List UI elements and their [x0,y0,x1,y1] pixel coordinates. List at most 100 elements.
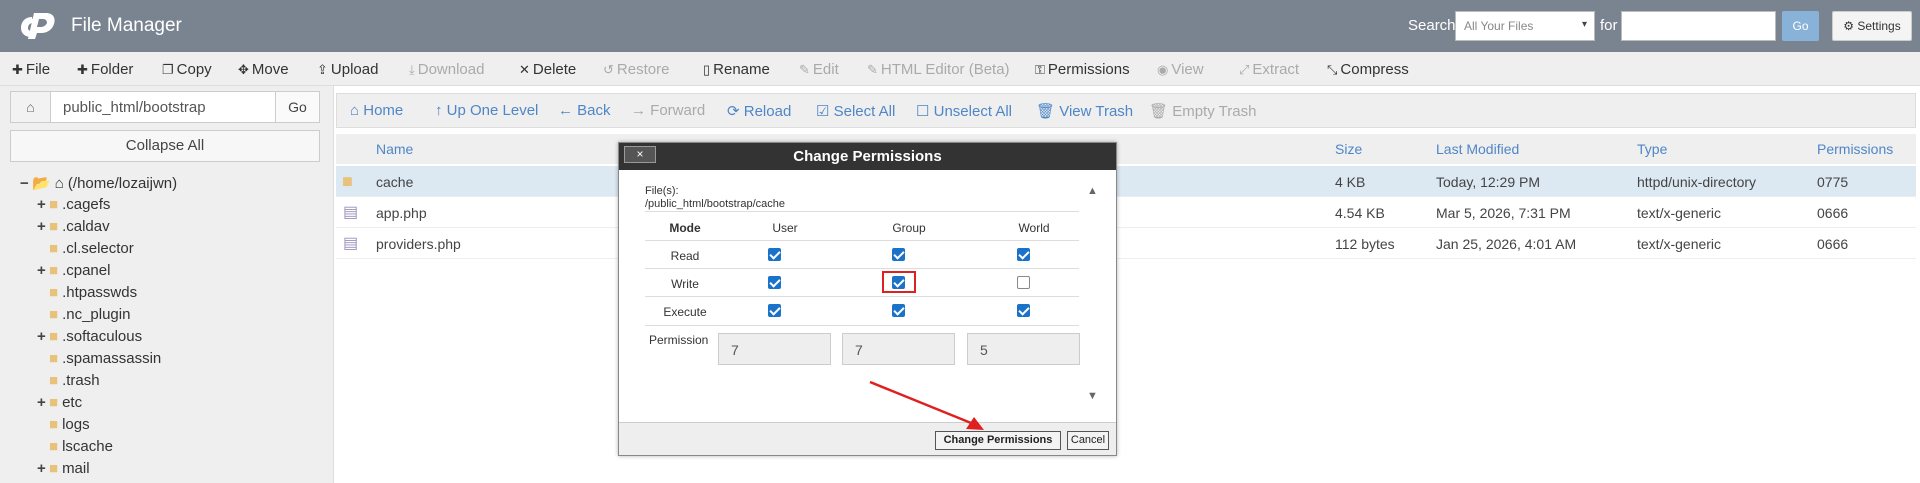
column-size[interactable]: Size [1335,141,1362,157]
tree-item[interactable]: + ■ etc [37,394,82,411]
forward-button[interactable]: → Forward [631,102,705,119]
execute-world-checkbox[interactable] [1017,304,1030,317]
up-one-level-button[interactable]: ↑ Up One Level [435,102,538,119]
empty-trash-button[interactable]: 🗑 Empty Trash [1149,102,1256,120]
new-folder-label: Folder [90,61,134,78]
home-icon[interactable]: ⌂ [11,92,51,122]
tree-item[interactable]: + ■ .softaculous [37,328,142,345]
back-button[interactable]: ← Back [558,102,611,119]
cancel-button[interactable]: Cancel [1067,431,1109,450]
folder-icon: ■ [49,350,59,367]
delete-button[interactable]: ✕ Delete [519,61,576,78]
tree-item-root[interactable]: − 📂 ⌂ (/home/lozaijwn) [20,174,177,192]
new-folder-button[interactable]: ✚ Folder [77,61,133,78]
divider [645,325,1079,326]
edit-button[interactable]: ✎ Edit [799,61,839,78]
tree-item[interactable]: ■ lscache [37,438,113,455]
rename-label: Rename [713,61,770,78]
table-row[interactable]: ▤ app.php 4.54 KB Mar 5, 2026, 7:31 PM t… [336,197,1916,228]
upload-button[interactable]: ⇪ Upload [317,61,378,78]
view-button[interactable]: ◉ View [1157,61,1204,78]
table-row[interactable]: ■ cache 4 KB Today, 12:29 PM httpd/unix-… [336,166,1916,197]
delete-label: Delete [532,61,577,78]
world-permission-field[interactable]: 5 [967,333,1080,365]
copy-button[interactable]: ❐ Copy [162,61,212,78]
expand-toggle[interactable]: + [37,196,49,213]
path-input[interactable]: public_html/bootstrap [63,99,206,116]
unselect-all-button[interactable]: ☐ Unselect All [916,102,1012,120]
compress-button[interactable]: ⤡ Compress [1327,61,1409,78]
scroll-up-icon[interactable]: ▲ [1087,185,1098,197]
extract-button[interactable]: ⤢ Extract [1239,61,1299,78]
upload-icon: ⇪ [317,62,328,77]
home-nav-button[interactable]: ⌂ Home [350,102,403,119]
rename-button[interactable]: ▯ Rename [703,61,770,78]
execute-user-checkbox[interactable] [768,304,781,317]
tree-item[interactable]: + ■ .cpanel [37,262,110,279]
divider [645,211,1079,212]
read-group-checkbox[interactable] [892,248,905,261]
tree-item[interactable]: ■ .nc_plugin [37,306,130,323]
expand-toggle[interactable]: + [37,218,49,235]
tree-item[interactable]: ■ .htpasswds [37,284,137,301]
restore-icon: ↺ [603,62,614,77]
copy-label: Copy [176,61,212,78]
tree-item[interactable]: ■ .spamassassin [37,350,161,367]
home-icon: ⌂ [350,102,360,119]
settings-button[interactable]: ⚙ Settings [1832,11,1912,41]
collapse-all-button[interactable]: Collapse All [10,130,320,162]
restore-label: Restore [616,61,670,78]
arrow-up-icon: ↑ [435,102,443,119]
column-name[interactable]: Name [376,141,413,157]
search-scope-select[interactable]: All Your Files ▾ [1455,11,1595,41]
collapse-toggle[interactable]: − [20,175,32,192]
scroll-down-icon[interactable]: ▼ [1087,390,1098,402]
tree-item[interactable]: ■ logs [37,416,90,433]
file-modified: Mar 5, 2026, 7:31 PM [1436,205,1571,221]
file-icon: ▤ [343,204,359,221]
tree-item-label: logs [62,416,90,433]
download-label: Download [417,61,485,78]
column-last-modified[interactable]: Last Modified [1436,141,1519,157]
search-go-button[interactable]: Go [1782,11,1819,41]
expand-toggle[interactable]: + [37,262,49,279]
restore-button[interactable]: ↺ Restore [603,61,669,78]
file-name: providers.php [376,236,461,252]
tree-item[interactable]: ■ .trash [37,372,100,389]
column-permissions[interactable]: Permissions [1817,141,1893,157]
write-world-checkbox[interactable] [1017,276,1030,289]
new-file-button[interactable]: ✚ File [12,61,50,78]
tree-item[interactable]: + ■ mail [37,460,90,477]
tree-item[interactable]: + ■ .caldav [37,218,110,235]
write-user-checkbox[interactable] [768,276,781,289]
folder-icon: ■ [49,394,59,411]
expand-toggle[interactable]: + [37,394,49,411]
tree-item[interactable]: ■ .cl.selector [37,240,134,257]
group-permission-field[interactable]: 7 [842,333,955,365]
highlight-box [882,271,916,293]
close-icon[interactable]: × [624,146,656,163]
view-trash-button[interactable]: 🗑 View Trash [1036,102,1133,120]
html-editor-label: HTML Editor (Beta) [880,61,1010,78]
group-header: Group [892,221,926,235]
permissions-button[interactable]: ⚿ Permissions [1035,61,1130,78]
expand-toggle[interactable]: + [37,460,49,477]
path-go-button[interactable]: Go [275,92,319,122]
column-type[interactable]: Type [1637,141,1667,157]
search-input[interactable] [1621,11,1776,41]
table-row[interactable]: ▤ providers.php 112 bytes Jan 25, 2026, … [336,228,1916,259]
execute-group-checkbox[interactable] [892,304,905,317]
read-user-checkbox[interactable] [768,248,781,261]
user-permission-field[interactable]: 7 [718,333,831,365]
move-button[interactable]: ✥ Move [238,61,289,78]
gear-icon: ⚙ [1843,19,1855,33]
expand-toggle[interactable]: + [37,328,49,345]
select-all-button[interactable]: ☑ Select All [816,102,895,120]
html-editor-button[interactable]: ✎ HTML Editor (Beta) [867,61,1010,78]
reload-button[interactable]: ⟳ Reload [727,102,791,120]
tree-item[interactable]: + ■ .cagefs [37,196,110,213]
divider [645,268,1079,269]
file-permissions: 0666 [1817,205,1849,221]
read-world-checkbox[interactable] [1017,248,1030,261]
download-button[interactable]: ⤓ Download [409,61,484,78]
